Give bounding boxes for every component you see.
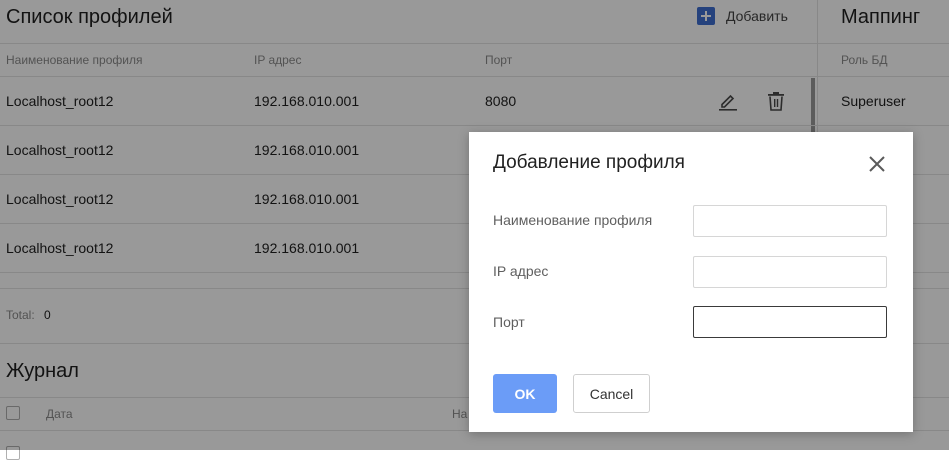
ip-address-label: IP адрес — [493, 263, 549, 279]
profile-name-field[interactable] — [693, 205, 887, 237]
cancel-button[interactable]: Cancel — [573, 374, 650, 413]
add-profile-dialog: Добавление профиля Наименование профиля … — [469, 132, 913, 432]
profile-name-label: Наименование профиля — [493, 212, 653, 228]
close-icon[interactable] — [867, 154, 887, 174]
ok-button[interactable]: OK — [493, 374, 557, 413]
port-label: Порт — [493, 314, 525, 330]
port-field[interactable] — [693, 306, 887, 338]
dialog-title: Добавление профиля — [493, 152, 685, 173]
ip-address-field[interactable] — [693, 256, 887, 288]
